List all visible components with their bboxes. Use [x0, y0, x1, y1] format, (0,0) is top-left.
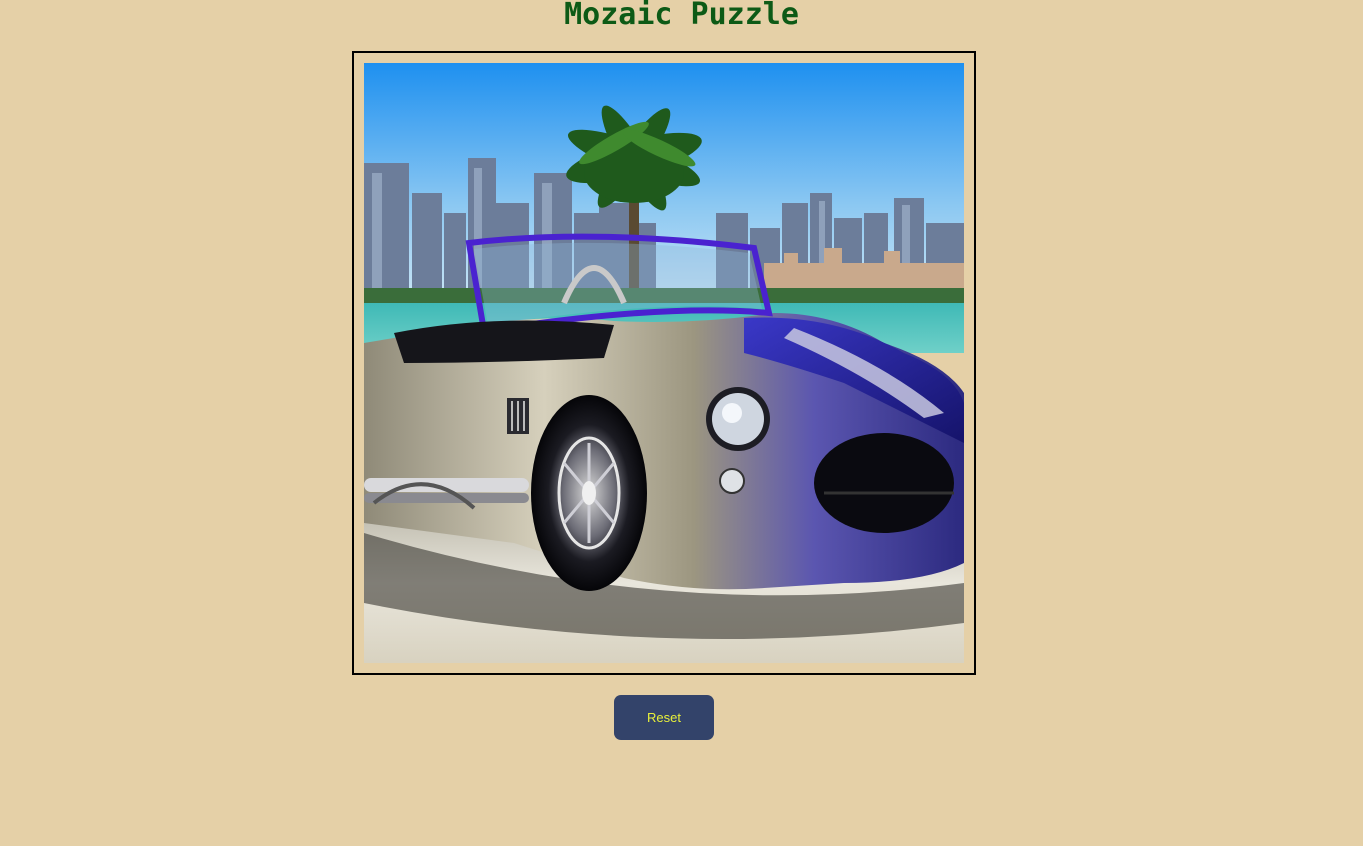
reset-button[interactable]: Reset — [614, 695, 714, 740]
puzzle-tile[interactable] — [364, 513, 514, 663]
puzzle-frame — [352, 51, 976, 675]
puzzle-tile[interactable] — [664, 513, 814, 663]
puzzle-tile[interactable] — [514, 63, 664, 213]
puzzle-tile[interactable] — [814, 513, 964, 663]
puzzle-tile[interactable] — [814, 63, 964, 213]
puzzle-tile[interactable] — [814, 363, 964, 513]
puzzle-tile[interactable] — [514, 213, 664, 363]
page-title: Mozaic Puzzle — [564, 0, 799, 32]
puzzle-tile[interactable] — [664, 363, 814, 513]
puzzle-tile[interactable] — [814, 213, 964, 363]
puzzle-tile[interactable] — [514, 363, 664, 513]
puzzle-tile[interactable] — [664, 213, 814, 363]
puzzle-tile-grid — [364, 63, 964, 663]
puzzle-tile[interactable] — [364, 363, 514, 513]
puzzle-tile[interactable] — [364, 213, 514, 363]
puzzle-tile[interactable] — [664, 63, 814, 213]
puzzle-board — [364, 63, 964, 663]
puzzle-tile[interactable] — [514, 513, 664, 663]
puzzle-tile[interactable] — [364, 63, 514, 213]
